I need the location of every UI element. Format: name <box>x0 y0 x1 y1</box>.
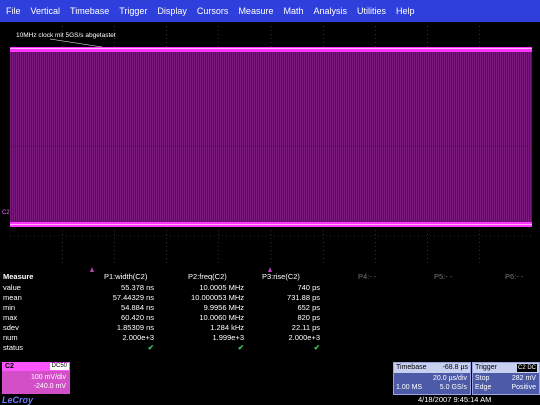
coupling-badge: DC50 <box>49 363 69 370</box>
channel-marker-c2: C2 <box>2 210 10 216</box>
p3-max: 820 ps <box>297 313 320 322</box>
p1-status-check-icon: ✔ <box>147 343 154 352</box>
trigger-type: Edge <box>475 384 492 391</box>
p1-max: 60.420 ns <box>121 313 154 322</box>
row-label: value <box>3 283 21 292</box>
p1-num: 2.000e+3 <box>122 333 155 342</box>
menu-analysis[interactable]: Analysis <box>308 0 352 22</box>
trigger-level: 282 mV <box>511 375 536 382</box>
row-label: mean <box>3 293 22 302</box>
trace-envelope <box>10 50 532 224</box>
row-label: max <box>3 313 18 322</box>
measure-row-status: status ✔ ✔ ✔ <box>0 343 540 352</box>
menu-timebase[interactable]: Timebase <box>65 0 114 22</box>
param-p5-header[interactable]: P5:- - <box>434 272 452 281</box>
p3-status-check-icon: ✔ <box>313 343 320 352</box>
p3-min: 652 ps <box>297 303 320 312</box>
trigger-label: Trigger <box>475 364 497 371</box>
p1-mean: 57.44329 ns <box>112 293 154 302</box>
timebase-label: Timebase <box>396 364 427 371</box>
p1-value: 55.378 ns <box>121 283 154 292</box>
trigger-mode: Stop <box>475 375 490 382</box>
measure-row-sdev: sdev 1.85309 ns 1.284 kHz 22.11 ps <box>0 323 540 332</box>
menu-bar: File Vertical Timebase Trigger Display C… <box>0 0 540 22</box>
menu-measure[interactable]: Measure <box>233 0 278 22</box>
menu-file[interactable]: File <box>0 0 26 22</box>
p2-status-check-icon: ✔ <box>237 343 244 352</box>
measure-row-min: min 54.884 ns 9.9956 MHz 652 ps <box>0 303 540 312</box>
param-p2-header[interactable]: P2:freq(C2) <box>188 272 227 281</box>
row-label: num <box>3 333 18 342</box>
p2-min: 9.9956 MHz <box>203 303 244 312</box>
param-p3-header[interactable]: P3:rise(C2) <box>262 272 300 281</box>
measure-table: Measure P1:width(C2) P2:freq(C2) P3:rise… <box>0 272 540 360</box>
channel-offset: -240.0 mV <box>33 383 66 390</box>
channel-c2-descriptor[interactable]: C2 DC50 100 mV/div -240.0 mV <box>2 362 70 394</box>
param-p6-header[interactable]: P6:- - <box>505 272 523 281</box>
trigger-header: Trigger C2 DC <box>473 363 539 373</box>
timebase-header: Timebase -68.8 µs <box>394 363 470 373</box>
p3-value: 740 ps <box>297 283 320 292</box>
p2-mean: 10.000053 MHz <box>191 293 244 302</box>
timebase-descriptor[interactable]: Timebase -68.8 µs 20.0 µs/div 1.00 MS 5.… <box>393 362 471 395</box>
trigger-descriptor[interactable]: Trigger C2 DC Stop 282 mV Edge Positive <box>472 362 540 395</box>
sample-rate: 5.0 GS/s <box>439 384 467 391</box>
p3-sdev: 22.11 ps <box>291 323 320 332</box>
measure-row-max: max 60.420 ns 10.0060 MHz 820 ps <box>0 313 540 322</box>
trigger-slope: Positive <box>511 384 536 391</box>
measure-row-num: num 2.000e+3 1.999e+3 2.000e+3 <box>0 333 540 342</box>
row-label: min <box>3 303 16 312</box>
p2-value: 10.0005 MHz <box>199 283 244 292</box>
measure-row-mean: mean 57.44329 ns 10.000053 MHz 731.88 ps <box>0 293 540 302</box>
row-label: sdev <box>3 323 19 332</box>
menu-cursors[interactable]: Cursors <box>192 0 234 22</box>
p3-mean: 731.88 ps <box>287 293 320 302</box>
p1-sdev: 1.85309 ns <box>116 323 154 332</box>
p2-num: 1.999e+3 <box>212 333 245 342</box>
p3-num: 2.000e+3 <box>288 333 321 342</box>
menu-utilities[interactable]: Utilities <box>352 0 391 22</box>
menu-vertical[interactable]: Vertical <box>26 0 66 22</box>
param-p4-header[interactable]: P4:- - <box>358 272 376 281</box>
p2-sdev: 1.284 kHz <box>210 323 244 332</box>
volts-per-div: 100 mV/div <box>30 374 66 381</box>
brand-logo: LeCroy <box>2 395 34 405</box>
measure-title: Measure <box>3 272 34 281</box>
channel-name: C2 <box>5 363 14 370</box>
trace-annotation: 10MHz clock mit 5GS/s abgetastet <box>16 32 116 39</box>
menu-display[interactable]: Display <box>152 0 192 22</box>
row-label: status <box>3 343 24 352</box>
time-per-div: 20.0 µs/div <box>433 375 467 382</box>
menu-math[interactable]: Math <box>278 0 308 22</box>
measure-header-row: Measure P1:width(C2) P2:freq(C2) P3:rise… <box>0 272 540 281</box>
timebase-delay: -68.8 µs <box>442 364 468 371</box>
p2-max: 10.0060 MHz <box>199 313 244 322</box>
waveform-display <box>10 26 532 266</box>
menu-help[interactable]: Help <box>391 0 420 22</box>
waveform-grid[interactable] <box>10 26 532 266</box>
sample-count: 1.00 MS <box>396 384 423 391</box>
p1-min: 54.884 ns <box>121 303 154 312</box>
param-p1-header[interactable]: P1:width(C2) <box>104 272 147 281</box>
trigger-source-badge: C2 DC <box>516 364 537 372</box>
trace-high-level <box>10 47 532 52</box>
timestamp: 4/18/2007 9:45:14 AM <box>418 395 492 404</box>
measure-row-value: value 55.378 ns 10.0005 MHz 740 ps <box>0 283 540 292</box>
menu-trigger[interactable]: Trigger <box>114 0 152 22</box>
